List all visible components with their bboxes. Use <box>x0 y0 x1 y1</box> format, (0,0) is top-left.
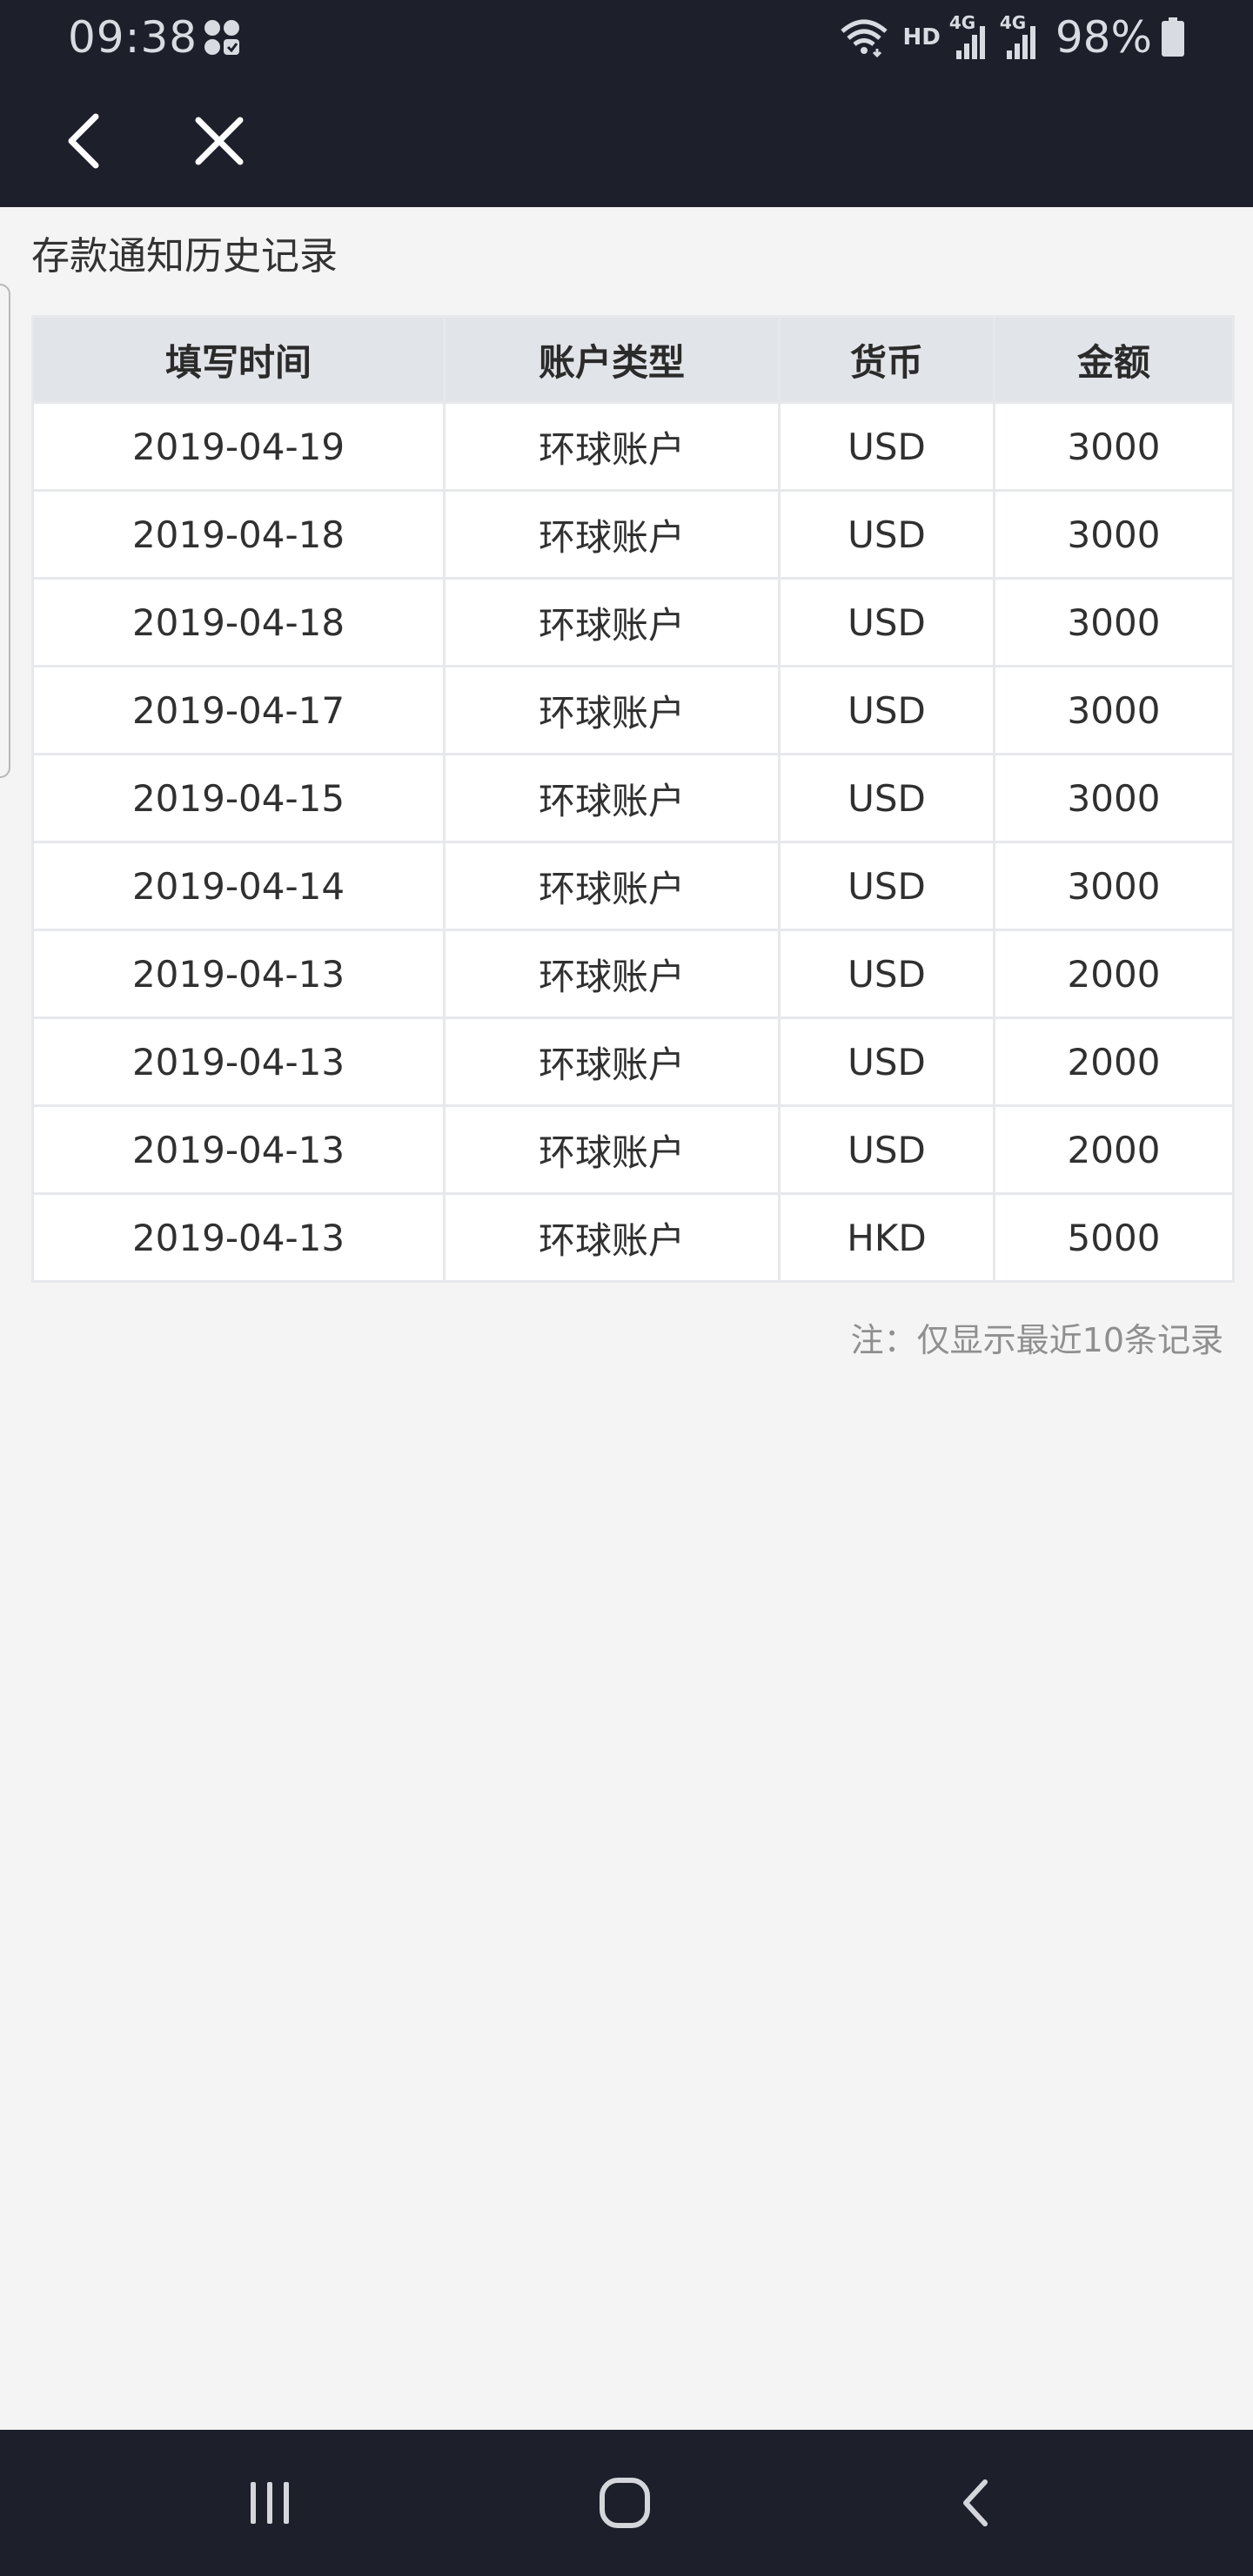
table-row: 2019-04-13 环球账户 USD 2000 <box>31 1104 1235 1195</box>
header-account-type: 账户类型 <box>443 315 781 404</box>
table-row: 2019-04-18 环球账户 USD 3000 <box>31 489 1235 580</box>
cell-amount: 3000 <box>993 841 1235 931</box>
cell-account-type: 环球账户 <box>443 489 781 580</box>
system-back-button[interactable] <box>936 2465 1013 2541</box>
home-icon <box>600 2478 650 2528</box>
page-title: 存款通知历史记录 <box>31 234 338 278</box>
chevron-left-icon <box>68 113 99 169</box>
cell-date: 2019-04-13 <box>31 1104 446 1195</box>
status-bar: 09:38 HD 4G 4G 98% <box>0 0 1253 75</box>
battery-icon <box>1162 17 1184 57</box>
cell-date: 2019-04-17 <box>31 665 446 755</box>
table-row: 2019-04-14 环球账户 USD 3000 <box>31 841 1235 931</box>
cell-date: 2019-04-18 <box>31 577 446 667</box>
drawer-handle[interactable] <box>0 284 10 778</box>
table-row: 2019-04-19 环球账户 USD 3000 <box>31 401 1235 492</box>
status-right-cluster: HD 4G 4G 98% <box>839 9 1185 66</box>
cell-account-type: 环球账户 <box>443 401 781 492</box>
header-currency: 货币 <box>778 315 995 404</box>
recent-apps-icon <box>251 2482 289 2524</box>
cell-account-type: 环球账户 <box>443 1016 781 1107</box>
cell-currency: USD <box>778 1016 995 1107</box>
cell-date: 2019-04-13 <box>31 1016 446 1107</box>
table-row: 2019-04-13 环球账户 USD 2000 <box>31 1016 1235 1107</box>
cell-amount: 3000 <box>993 401 1235 492</box>
cell-date: 2019-04-19 <box>31 401 446 492</box>
cell-date: 2019-04-13 <box>31 929 446 1019</box>
cell-account-type: 环球账户 <box>443 1192 781 1283</box>
cell-currency: USD <box>778 401 995 492</box>
cell-account-type: 环球账户 <box>443 841 781 931</box>
cell-currency: USD <box>778 665 995 755</box>
cell-date: 2019-04-13 <box>31 1192 446 1283</box>
signal-icon <box>955 26 985 59</box>
cell-amount: 2000 <box>993 1104 1235 1195</box>
cell-amount: 3000 <box>993 577 1235 667</box>
wifi-icon <box>840 19 888 57</box>
navigation-bar <box>0 2430 1253 2576</box>
home-button[interactable] <box>583 2465 667 2541</box>
table-row: 2019-04-13 环球账户 HKD 5000 <box>31 1192 1235 1283</box>
cell-amount: 3000 <box>993 665 1235 755</box>
cell-amount: 2000 <box>993 929 1235 1019</box>
signal-icon <box>1006 26 1035 59</box>
signal-group-2: 4G <box>1000 14 1042 61</box>
table-header-row: 填写时间 账户类型 货币 金额 <box>31 315 1235 404</box>
status-time: 09:38 <box>68 12 198 63</box>
cell-account-type: 环球账户 <box>443 929 781 1019</box>
cell-date: 2019-04-14 <box>31 841 446 931</box>
close-button[interactable] <box>178 99 261 183</box>
cell-account-type: 环球账户 <box>443 665 781 755</box>
recent-apps-button[interactable] <box>231 2468 308 2538</box>
cell-account-type: 环球账户 <box>443 577 781 667</box>
app-bar <box>0 75 1253 207</box>
hd-label: HD <box>902 24 941 50</box>
records-limit-note: 注：仅显示最近10条记录 <box>850 1321 1223 1359</box>
cell-currency: USD <box>778 841 995 931</box>
battery-percentage: 98% <box>1055 12 1152 63</box>
cell-currency: USD <box>778 929 995 1019</box>
cell-date: 2019-04-18 <box>31 489 446 580</box>
signal-group-1: 4G <box>949 14 991 61</box>
header-fill-time: 填写时间 <box>31 315 446 404</box>
cell-date: 2019-04-15 <box>31 753 446 843</box>
table-row: 2019-04-18 环球账户 USD 3000 <box>31 577 1235 667</box>
cell-amount: 2000 <box>993 1016 1235 1107</box>
cell-account-type: 环球账户 <box>443 1104 781 1195</box>
back-button[interactable] <box>42 99 125 183</box>
cell-amount: 5000 <box>993 1192 1235 1283</box>
table-row: 2019-04-15 环球账户 USD 3000 <box>31 753 1235 843</box>
cell-currency: USD <box>778 489 995 580</box>
table-row: 2019-04-17 环球账户 USD 3000 <box>31 665 1235 755</box>
cell-amount: 3000 <box>993 489 1235 580</box>
cell-currency: HKD <box>778 1192 995 1283</box>
deposit-records-table: 填写时间 账户类型 货币 金额 2019-04-19 环球账户 USD 3000… <box>31 315 1235 1283</box>
cell-currency: USD <box>778 1104 995 1195</box>
close-icon <box>195 117 244 165</box>
table-row: 2019-04-13 环球账户 USD 2000 <box>31 929 1235 1019</box>
cell-currency: USD <box>778 577 995 667</box>
app-notification-icon <box>204 20 239 55</box>
header-amount: 金额 <box>993 315 1235 404</box>
cell-currency: USD <box>778 753 995 843</box>
cell-account-type: 环球账户 <box>443 753 781 843</box>
cell-amount: 3000 <box>993 753 1235 843</box>
back-icon <box>963 2479 988 2526</box>
